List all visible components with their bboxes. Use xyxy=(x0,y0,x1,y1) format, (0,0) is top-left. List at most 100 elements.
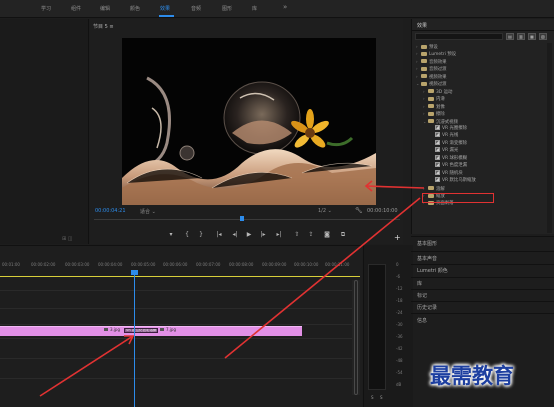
extract-icon[interactable]: ⇪ xyxy=(306,231,316,238)
folder-icon xyxy=(428,119,434,123)
chevron-down-icon: ⌄ xyxy=(327,208,332,214)
track-divider xyxy=(0,338,352,339)
step-back-icon[interactable]: ◂| xyxy=(230,231,240,238)
clip-label-b[interactable]: 7.jpg xyxy=(166,327,176,332)
effects-tree-label: 溶解 xyxy=(436,186,445,192)
go-to-out-icon[interactable]: ▸| xyxy=(274,231,284,238)
effects-tree-item[interactable]: › 预设 xyxy=(416,43,438,50)
menu-libraries[interactable]: 库 xyxy=(252,5,257,12)
panel-history[interactable]: 历史记录 xyxy=(417,304,437,311)
transition-effect-icon xyxy=(435,139,440,145)
32bit-effects-icon[interactable]: ▥ xyxy=(517,33,525,40)
new-bin-icon[interactable]: ▧ xyxy=(539,33,547,40)
menu-graphics[interactable]: 图形 xyxy=(222,5,232,12)
track-divider xyxy=(0,324,352,325)
accelerated-effects-icon[interactable]: ▤ xyxy=(506,33,514,40)
clip-label-a[interactable]: 3.jpg xyxy=(110,327,120,332)
menu-more-icon[interactable]: » xyxy=(283,3,287,11)
effects-tree-label: Lumetri 预设 xyxy=(429,52,457,58)
transition-clip[interactable]: VR 数位化色彩溶解 xyxy=(124,328,158,333)
effects-scrollbar[interactable] xyxy=(547,43,552,233)
effects-tree-item[interactable]: VR 随机块 xyxy=(430,169,463,177)
ruler-label: 00:00:07:00 xyxy=(196,262,221,267)
go-to-in-icon[interactable]: |◂ xyxy=(214,231,224,238)
solo-button[interactable]: S xyxy=(371,395,374,400)
menu-audio[interactable]: 音频 xyxy=(191,5,201,12)
effects-tree-item[interactable]: › Lumetri 预设 xyxy=(416,50,456,57)
playback-resolution-select[interactable]: 1/2 ⌄ xyxy=(318,208,332,214)
ruler-label: 00:00:09:00 xyxy=(262,262,287,267)
monitor-scrub-bar[interactable] xyxy=(94,216,400,221)
yuv-effects-icon[interactable]: ▦ xyxy=(528,33,536,40)
effects-tree-item[interactable]: VR 漏光 xyxy=(430,147,458,154)
play-icon[interactable]: ▶ xyxy=(244,231,254,238)
effects-tree-item[interactable]: › 划像 xyxy=(423,103,445,110)
panel-info[interactable]: 信息 xyxy=(417,317,427,324)
effects-tree-item[interactable]: ⌄ 视频过渡 xyxy=(416,80,447,87)
meter-scale-label: -24 xyxy=(396,310,403,315)
folder-icon xyxy=(428,89,434,94)
mark-out-icon[interactable]: } xyxy=(196,231,206,238)
timeline-ruler[interactable]: 00:01:00 00:00:02:00 00:00:03:00 00:00:0… xyxy=(0,262,360,276)
transition-effect-icon xyxy=(435,147,440,153)
effects-panel-title[interactable]: 效果 xyxy=(417,22,427,29)
effects-tree-item[interactable]: › 3D 运动 xyxy=(423,88,452,95)
export-frame-icon[interactable]: ⊞ ◫ xyxy=(62,236,73,242)
step-forward-icon[interactable]: |▸ xyxy=(258,231,268,238)
panel-markers[interactable]: 标记 xyxy=(417,292,427,299)
active-menu-underline xyxy=(159,15,174,17)
effects-tree-item[interactable]: › 内滑 xyxy=(423,95,445,102)
effects-tree-label: 视频过渡 xyxy=(429,82,447,88)
monitor-playhead[interactable] xyxy=(240,216,244,221)
panel-essential-graphics[interactable]: 基本图形 xyxy=(417,240,437,247)
effects-tree-item[interactable]: › 擦除 xyxy=(423,110,445,117)
effects-tree-item[interactable]: ⌄ 沉浸式视频 xyxy=(423,118,458,125)
panel-lumetri-color[interactable]: Lumetri 颜色 xyxy=(417,267,448,274)
panel-libraries[interactable]: 库 xyxy=(417,280,422,287)
playhead-timecode[interactable]: 00:00:04:21 xyxy=(95,208,126,214)
fx-badge-icon xyxy=(160,328,164,331)
transition-effect-icon xyxy=(435,132,440,138)
lift-icon[interactable]: ⇧ xyxy=(292,231,302,238)
transition-effect-icon xyxy=(435,124,440,130)
menu-editing[interactable]: 编辑 xyxy=(100,5,110,12)
effects-tree-item[interactable]: VR 渐变擦除 xyxy=(430,139,467,147)
effects-tree-label: 划像 xyxy=(436,104,445,110)
effects-tree-item[interactable]: VR 色度泄漏 xyxy=(430,162,467,169)
export-frame-icon[interactable]: ◙ xyxy=(322,231,332,238)
zoom-fit-select[interactable]: 适合 ⌄ xyxy=(140,208,172,215)
effects-tree-item[interactable]: › 溶解 xyxy=(423,185,445,192)
menu-assembly[interactable]: 组件 xyxy=(71,5,81,12)
effects-tree-item[interactable]: › 音频效果 xyxy=(416,58,447,65)
effects-tree-item[interactable]: › 视频效果 xyxy=(416,73,447,80)
effects-tree-item[interactable]: › 音频过渡 xyxy=(416,65,447,72)
effects-tree-item[interactable]: VR 光圈擦除 xyxy=(430,124,467,132)
meter-scale-label: -54 xyxy=(396,370,403,375)
ruler-label: 00:00:05:00 xyxy=(131,262,156,267)
timeline-playhead-line xyxy=(134,272,135,407)
menu-effects[interactable]: 效果 xyxy=(160,5,170,12)
work-area-bar[interactable] xyxy=(0,276,360,277)
mark-in-icon[interactable]: { xyxy=(182,231,192,238)
transition-effect-icon xyxy=(435,154,440,160)
wrench-icon[interactable]: 🔧︎ xyxy=(355,207,363,214)
effects-tree-label: VR 默比乌斯缩放 xyxy=(442,178,476,184)
add-marker-icon[interactable]: ▾ xyxy=(166,231,176,238)
effects-tree-label: 内滑 xyxy=(436,97,445,103)
menu-color[interactable]: 颜色 xyxy=(130,5,140,12)
ruler-label: 00:00:02:00 xyxy=(31,262,56,267)
effects-tree-item[interactable]: VR 默比乌斯缩放 xyxy=(430,177,476,184)
track-divider xyxy=(0,308,352,309)
effects-search-input[interactable] xyxy=(415,33,503,40)
effects-tree-label: VR 光线 xyxy=(442,133,459,139)
program-monitor-title[interactable]: 节目 5 ≡ xyxy=(93,23,114,30)
button-editor-plus-icon[interactable]: + xyxy=(394,233,401,242)
timeline-vertical-scrollbar[interactable] xyxy=(352,280,360,395)
solo-button[interactable]: S xyxy=(380,395,383,400)
effects-tree-item[interactable]: VR 球形模糊 xyxy=(430,154,467,162)
compare-view-icon[interactable]: ⧉ xyxy=(338,231,348,239)
panel-essential-sound[interactable]: 基本声音 xyxy=(417,255,437,262)
menu-learn[interactable]: 学习 xyxy=(41,5,51,12)
effects-tree-item[interactable]: VR 光线 xyxy=(430,132,458,139)
effects-tree-label: 擦除 xyxy=(436,112,445,118)
